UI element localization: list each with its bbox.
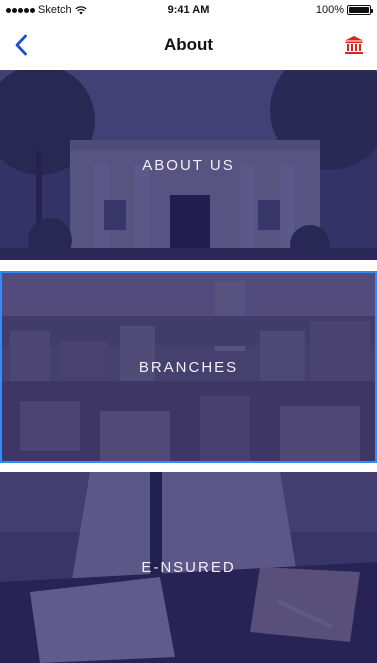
battery-percent: 100% <box>315 4 344 16</box>
branches-card[interactable]: BRANCHES <box>0 271 377 463</box>
bank-icon <box>345 36 363 54</box>
about-us-label: ABOUT US <box>142 156 235 174</box>
ensured-card[interactable]: E-NSURED <box>0 472 377 663</box>
navigation-bar: About <box>0 20 377 70</box>
status-left: Sketch <box>6 4 87 16</box>
bank-button[interactable] <box>341 32 367 58</box>
ensured-label: E-NSURED <box>141 559 236 576</box>
status-bar: Sketch 9:41 AM 100% <box>0 0 377 20</box>
status-right: 100% <box>315 4 373 16</box>
back-button[interactable] <box>6 30 36 60</box>
chevron-left-icon <box>15 34 27 56</box>
signal-strength-icon <box>6 7 35 13</box>
wifi-icon <box>75 5 87 14</box>
battery-level <box>349 7 369 13</box>
carrier-name: Sketch <box>38 4 72 16</box>
page-title: About <box>163 35 214 54</box>
about-us-card[interactable]: ABOUT US <box>0 70 377 260</box>
battery-icon <box>347 5 373 15</box>
branches-label: BRANCHES <box>138 358 239 376</box>
